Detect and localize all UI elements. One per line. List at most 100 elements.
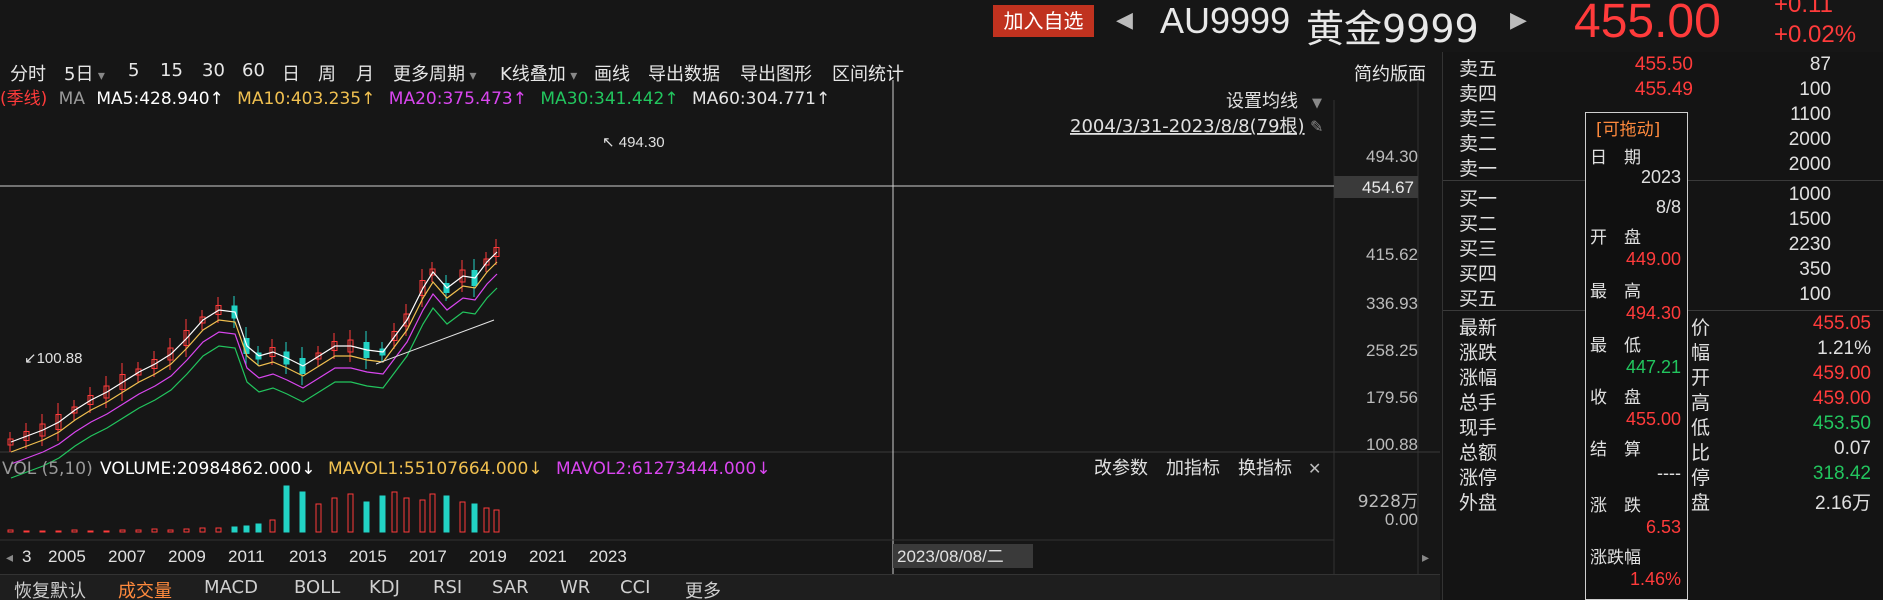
volume-bar [7,529,14,533]
popup-day: 8/8 [1655,197,1681,217]
add-indicator-button[interactable]: 加指标 [1166,458,1220,479]
date-range-link[interactable]: 2004/3/31-2023/8/8(79根) [1070,116,1305,137]
stat-label: 高 [1691,392,1711,414]
pin-icon[interactable]: ✎ [1310,117,1323,136]
high-marker: ↖ 494.30 [602,134,665,151]
time-axis-label: 3 [22,547,31,566]
price-axis-label: 258.25 [1366,341,1418,360]
volume-bar [151,528,158,533]
volume-bar [419,499,426,533]
tab-15min[interactable]: 15 [160,60,183,81]
volume-bar [391,491,398,533]
stat-label: 总额 [1459,442,1498,464]
volume-bar [167,529,174,533]
set-ma-button[interactable]: 设置均线 [1226,91,1298,112]
time-axis-label: 2005 [48,547,86,566]
tab-cci[interactable]: CCI [620,577,650,598]
volume-bar [283,485,290,533]
volume-bar [39,530,46,533]
ask-row: 卖五 455.50 87 [1443,54,1883,80]
ask-volume: 100 [1799,79,1831,100]
popup-date-label: 日 期 [1590,148,1641,168]
tab-30min[interactable]: 30 [202,60,225,81]
volume-bar [87,530,94,533]
crosshair-date-text: 2023/08/08/二 [897,547,1004,566]
bid-volume: 100 [1799,284,1831,305]
tab-reset-default[interactable]: 恢复默认 [14,577,86,600]
moving-average-lines [10,251,498,479]
bid-volume: 2230 [1788,234,1831,255]
price-change: +0.11 +0.02% [1774,0,1856,50]
time-axis-label: 2013 [289,547,327,566]
volume-bar [135,529,142,533]
close-indicator-icon[interactable]: ✕ [1308,459,1321,478]
prev-symbol-arrow-icon[interactable]: ◀ [1116,8,1133,33]
popup-chgpct: 1.46% [1629,569,1681,589]
volume-bar [429,493,436,533]
quote-header: 加入自选 ◀ AU9999 黄金9999 ▶ 455.00 +0.11 +0.0… [0,0,1883,52]
stat-label: 涨停 [1459,467,1498,489]
tab-kdj[interactable]: KDJ [369,577,400,598]
popup-close: 455.00 [1625,409,1681,429]
change-value: +0.11 [1774,0,1833,18]
volume-label: VOL (5,10) [2,459,93,479]
volume-axis-top: 9228万 [1358,492,1418,512]
volume-bar [183,528,190,533]
volume-bar [471,503,478,533]
popup-chg: 6.53 [1645,517,1681,537]
stat-label: 现手 [1459,417,1498,439]
add-to-watchlist-button[interactable]: 加入自选 [993,5,1094,37]
ma-line [10,273,498,465]
stat-value: 0.07 [1834,438,1871,459]
scroll-left-icon[interactable]: ◂ [6,550,13,566]
popup-open-label: 开 盘 [1590,228,1641,248]
stat-value: 318.42 [1812,463,1871,484]
next-symbol-arrow-icon[interactable]: ▶ [1510,8,1527,33]
popup-low-label: 最 低 [1590,336,1641,356]
bid-label: 买五 [1459,288,1498,310]
popup-settle: ---- [1657,463,1681,483]
ask-volume: 1100 [1790,104,1831,125]
ask-volume: 2000 [1788,154,1831,175]
tab-volume[interactable]: 成交量 [118,577,172,600]
volume-bar [199,527,206,533]
time-axis-label: 2011 [228,547,265,566]
bid-label: 买二 [1459,213,1498,235]
popup-low: 447.21 [1625,357,1681,377]
tab-60min[interactable]: 60 [242,60,265,81]
volume-value: VOLUME:20984862.000↓ [100,459,316,479]
tab-boll[interactable]: BOLL [294,577,340,598]
crosshair-price-text: 454.67 [1362,178,1414,197]
tab-wr[interactable]: WR [560,577,590,598]
edit-params-button[interactable]: 改参数 [1094,458,1148,479]
tab-more[interactable]: 更多 [685,577,721,600]
stock-app-window: 加入自选 ◀ AU9999 黄金9999 ▶ 455.00 +0.11 +0.0… [0,0,1883,600]
tab-5min[interactable]: 5 [128,60,139,81]
kline-chart[interactable]: 494.30 415.62 336.93 258.25 179.56 100.8… [0,80,1440,574]
last-price: 455.00 [1574,0,1721,48]
time-axis-label: 2017 [409,547,447,566]
mavol2-value: MAVOL2:61273444.000↓ [556,459,771,479]
volume-bar [315,503,322,533]
set-ma-dropdown-icon[interactable]: ▼ [1312,96,1322,111]
ask-label: 卖二 [1459,133,1498,155]
popup-drag-title[interactable]: [可拖动] [1596,115,1660,140]
candle-detail-popup[interactable]: [可拖动] 日 期 2023 8/8 开 盘 449.00 最 高 494.30… [1585,112,1688,600]
volume-bar [443,495,450,533]
volume-axis-bottom: 0.00 [1385,510,1418,529]
tab-macd[interactable]: MACD [204,577,258,598]
ask-price: 455.49 [1634,79,1693,100]
change-percent: +0.02% [1774,21,1857,48]
tab-sar[interactable]: SAR [492,577,529,598]
tab-rsi[interactable]: RSI [433,577,462,598]
mavol1-value: MAVOL1:55107664.000↓ [328,459,543,479]
volume-bar [55,530,62,533]
stat-value: 455.05 [1812,313,1871,334]
time-axis-label: 2023 [589,547,627,566]
stat-label: 盘 [1691,492,1711,514]
volume-bar [379,495,386,533]
switch-indicator-button[interactable]: 换指标 [1238,458,1292,479]
scroll-right-icon[interactable]: ▸ [1422,550,1429,566]
stat-value: 1.21% [1817,338,1871,359]
bid-label: 买四 [1459,263,1498,285]
